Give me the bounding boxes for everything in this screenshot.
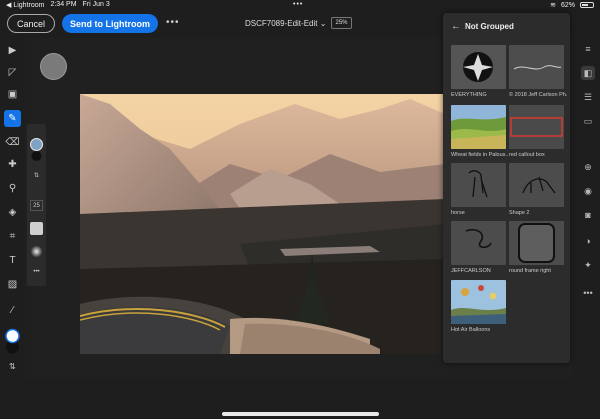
- swap-colors-icon[interactable]: ⇅: [9, 362, 16, 371]
- smart-layer[interactable]: ✦: [581, 258, 595, 272]
- status-battery-text: 62%: [560, 1, 575, 9]
- battery-icon: [580, 2, 594, 8]
- wifi-icon: ≋: [550, 2, 556, 9]
- panel-title: Not Grouped: [465, 22, 514, 31]
- send-to-lightroom-button[interactable]: Send to Lightroom: [62, 14, 158, 33]
- brush-icon: ✎: [8, 113, 17, 124]
- library-item-label: EVERYTHING: [451, 92, 487, 98]
- multitasking-dots[interactable]: •••: [293, 1, 303, 8]
- eyedropper-icon: ⁄: [11, 305, 14, 316]
- home-indicator[interactable]: [222, 412, 379, 416]
- mask-icon: ◙: [585, 210, 591, 220]
- more-icon: •••: [583, 288, 593, 298]
- brush-color-swatch[interactable]: [30, 138, 43, 162]
- chevron-down-icon: ⌄: [319, 19, 327, 28]
- more-options-icon[interactable]: •••: [30, 269, 43, 275]
- eyedropper-tool[interactable]: ⁄: [4, 302, 21, 319]
- comment-icon: ▭: [583, 115, 593, 126]
- eye-icon: ◉: [584, 185, 592, 196]
- sliders-icon: ☰: [583, 91, 593, 102]
- libraries-panel[interactable]: ◧: [581, 66, 595, 80]
- eraser-icon: ⌫: [5, 137, 20, 148]
- library-item-label: Shape 2: [509, 210, 530, 216]
- status-date: Fri Jun 3: [82, 1, 110, 8]
- add-layer-icon: ⊕: [584, 161, 592, 172]
- type-tool[interactable]: T: [4, 252, 21, 269]
- more-options[interactable]: •••: [581, 286, 595, 300]
- library-item-thumbnail[interactable]: [451, 163, 506, 207]
- library-item-thumbnail[interactable]: [451, 221, 506, 265]
- layers-icon: ≡: [585, 44, 591, 54]
- library-item-label: JEFFCARLSON: [451, 268, 491, 274]
- fill-tool[interactable]: ◈: [4, 204, 21, 221]
- ios-status-bar: ◀ Lightroom 2:34 PM Fri Jun 3 ••• ≋ 62%: [0, 0, 600, 11]
- library-item-label: red callout box: [509, 152, 545, 158]
- healing-tool[interactable]: ✚: [4, 156, 21, 173]
- brush-options-panel: ⇅ 25 •••: [27, 124, 46, 286]
- library-item-thumbnail[interactable]: [509, 221, 564, 265]
- bandage-icon: ✚: [8, 159, 17, 170]
- mask[interactable]: ◙: [581, 208, 595, 222]
- status-time: 2:34 PM: [50, 1, 77, 8]
- library-item-label: Wheat fields in Palous...: [451, 152, 509, 158]
- image-icon: ▨: [7, 279, 18, 290]
- library-item-label: horse: [451, 210, 465, 216]
- type-icon: T: [9, 255, 16, 266]
- library-item-thumbnail[interactable]: [451, 280, 506, 324]
- crop-select-tool[interactable]: ▣: [4, 86, 21, 103]
- clone-tool[interactable]: ⚲: [4, 180, 21, 197]
- comments-panel[interactable]: ▭: [581, 114, 595, 128]
- lasso-icon: ◸: [8, 67, 17, 78]
- brush-size-value[interactable]: 25: [30, 200, 43, 211]
- back-to-app-link[interactable]: ◀ Lightroom: [6, 1, 44, 9]
- left-toolbar: ▶ ◸ ▣ ✎ ⌫ ✚ ⚲ ◈ ⌗ T ▨ ⁄: [0, 38, 25, 378]
- brush-hardness-swatch[interactable]: [30, 222, 43, 235]
- library-item-label: © 2018 Jeff Carlson Ph...: [509, 92, 567, 98]
- eraser-tool[interactable]: ⌫: [4, 134, 21, 151]
- libraries-panel: ← Not Grouped EVERYTHING © 2018 Jeff Carl…: [443, 13, 570, 363]
- layers-panel[interactable]: ≡: [581, 42, 595, 56]
- add-layer[interactable]: ⊕: [581, 160, 595, 174]
- stamp-icon: ⚲: [8, 183, 17, 194]
- document-title-text: DSCF7089-Edit-Edit: [245, 19, 318, 28]
- layer-properties[interactable]: ◑: [581, 234, 595, 248]
- document-title[interactable]: DSCF7089-Edit-Edit ⌄: [245, 19, 326, 28]
- library-item-thumbnail[interactable]: [509, 105, 564, 149]
- library-item-label: round frame right: [509, 268, 551, 274]
- swap-colors-icon[interactable]: ⇅: [30, 172, 43, 179]
- library-item-thumbnail[interactable]: [509, 45, 564, 89]
- libraries-panel-header: ← Not Grouped: [443, 13, 570, 41]
- brush-softness-icon[interactable]: [30, 245, 43, 258]
- brush-tool[interactable]: ✎: [4, 110, 21, 127]
- properties-icon: ◑: [585, 236, 591, 246]
- zoom-level[interactable]: 25%: [331, 17, 352, 29]
- select-tool[interactable]: ▶: [4, 42, 21, 59]
- canvas-photo[interactable]: [80, 94, 445, 354]
- back-arrow-icon[interactable]: ←: [451, 21, 461, 32]
- more-menu-button[interactable]: •••: [166, 17, 180, 28]
- image-tool[interactable]: ▨: [4, 276, 21, 293]
- visibility[interactable]: ◉: [581, 184, 595, 198]
- mountain-road-photo: [80, 94, 445, 354]
- right-toolbar: ≡ ◧ ☰ ▭ ⊕ ◉ ◙ ◑ ✦ •••: [576, 38, 600, 378]
- cursor-icon: ▶: [8, 45, 17, 56]
- mask-select-icon: ▣: [7, 89, 18, 100]
- brush-preview-circle: [40, 53, 67, 80]
- adjustments-panel[interactable]: ☰: [581, 90, 595, 104]
- foreground-background-colors[interactable]: [5, 328, 20, 356]
- smart-layer-icon: ✦: [584, 259, 592, 270]
- library-item-thumbnail[interactable]: [451, 45, 506, 89]
- cancel-button[interactable]: Cancel: [7, 14, 55, 33]
- library-item-thumbnail[interactable]: [509, 163, 564, 207]
- crop-icon: ⌗: [9, 231, 16, 242]
- crop-tool[interactable]: ⌗: [4, 228, 21, 245]
- lasso-tool[interactable]: ◸: [4, 64, 21, 81]
- library-item-thumbnail[interactable]: [451, 105, 506, 149]
- library-item-label: Hot Air Balloons: [451, 327, 491, 333]
- libraries-icon: ◧: [583, 67, 593, 78]
- paint-bucket-icon: ◈: [8, 207, 17, 218]
